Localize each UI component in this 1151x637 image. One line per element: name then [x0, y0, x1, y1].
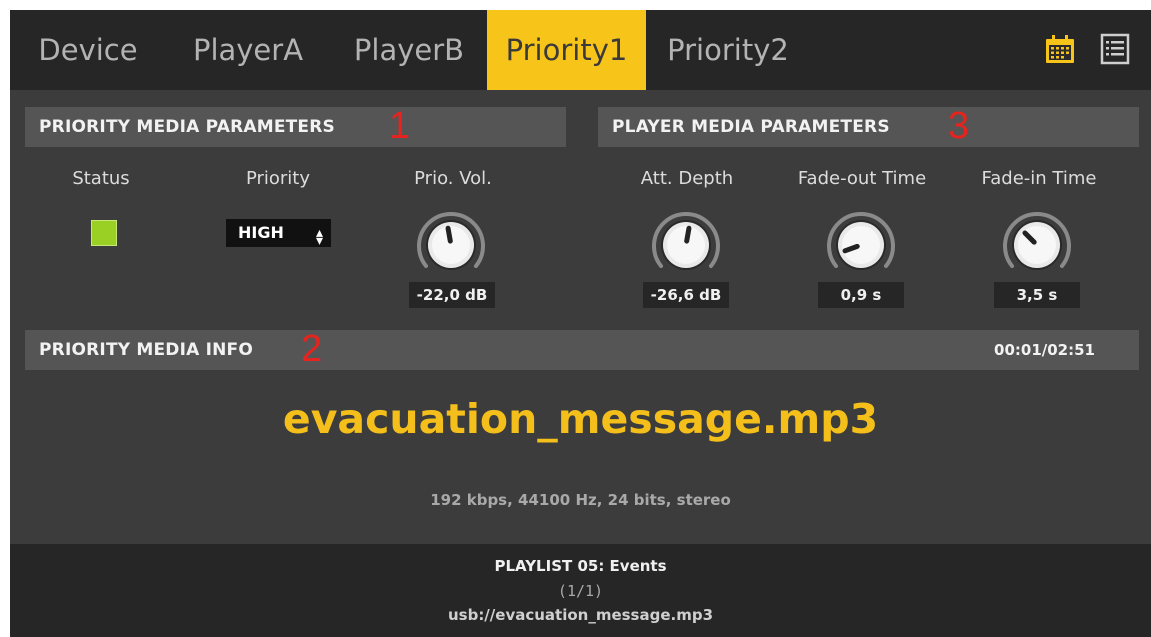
- calendar-icon[interactable]: [1043, 32, 1077, 66]
- priority-params-header: PRIORITY MEDIA PARAMETERS 1: [25, 105, 566, 147]
- list-icon[interactable]: [1098, 32, 1132, 66]
- section-marker-1: 1: [389, 105, 411, 147]
- playlist-footer: PLAYLIST 05: Events (1/1) usb://evacuati…: [10, 544, 1151, 637]
- att-depth-value: -26,6 dB: [643, 282, 729, 308]
- media-details: 192 kbps, 44100 Hz, 24 bits, stereo: [430, 491, 731, 509]
- knob-pointer: [445, 225, 453, 244]
- section-marker-2: 2: [301, 328, 323, 370]
- tab-priority2[interactable]: Priority2: [658, 10, 798, 90]
- tab-priority1[interactable]: Priority1: [487, 10, 646, 90]
- tab-playerb[interactable]: PlayerB: [344, 10, 474, 90]
- tab-playera[interactable]: PlayerA: [183, 10, 313, 90]
- player-params-header: PLAYER MEDIA PARAMETERS 3: [598, 105, 1139, 147]
- playback-time: 00:01/02:51: [994, 341, 1095, 359]
- media-filename: evacuation_message.mp3: [282, 395, 879, 443]
- fade-out-value: 0,9 s: [818, 282, 904, 308]
- priority-info-header: PRIORITY MEDIA INFO 2 00:01/02:51: [25, 328, 1139, 370]
- status-indicator: [91, 220, 117, 246]
- priority-info-title: PRIORITY MEDIA INFO: [39, 340, 254, 360]
- playlist-path: usb://evacuation_message.mp3: [447, 606, 714, 624]
- prio-vol-label: Prio. Vol.: [414, 168, 492, 189]
- priority-label: Priority: [245, 168, 311, 189]
- priority-params-title: PRIORITY MEDIA PARAMETERS: [39, 117, 335, 137]
- tab-device[interactable]: Device: [24, 10, 152, 90]
- att-depth-knob[interactable]: [647, 206, 725, 284]
- playlist-position: (1/1): [557, 582, 604, 600]
- prio-vol-value: -22,0 dB: [409, 282, 495, 308]
- fade-out-label: Fade-out Time: [797, 168, 927, 189]
- fade-in-label: Fade-in Time: [981, 168, 1097, 189]
- fade-out-knob[interactable]: [822, 206, 900, 284]
- section-marker-3: 3: [948, 105, 970, 147]
- knob-pointer: [684, 225, 692, 244]
- priority-select[interactable]: HIGH ▴ ▾: [226, 219, 331, 249]
- playlist-name: PLAYLIST 05: Events: [494, 557, 667, 575]
- fade-in-knob[interactable]: [998, 206, 1076, 284]
- app-window: Device PlayerA PlayerB Priority1 Priorit…: [10, 10, 1151, 637]
- att-depth-label: Att. Depth: [640, 168, 734, 189]
- prio-vol-knob[interactable]: [412, 206, 490, 284]
- priority-select-value: HIGH: [238, 223, 284, 242]
- updown-arrows-icon-lower: ▾: [315, 233, 323, 249]
- top-nav: Device PlayerA PlayerB Priority1 Priorit…: [10, 10, 1151, 90]
- status-label: Status: [72, 168, 130, 189]
- fade-in-value: 3,5 s: [994, 282, 1080, 308]
- player-params-title: PLAYER MEDIA PARAMETERS: [612, 117, 890, 137]
